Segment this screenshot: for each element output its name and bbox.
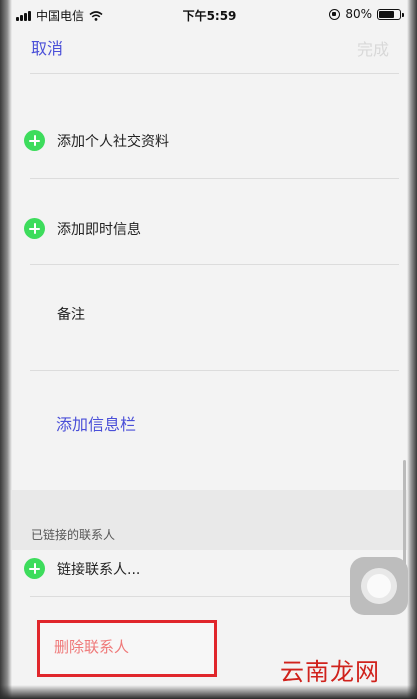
divider bbox=[30, 73, 399, 74]
add-social-profile-row[interactable]: 添加个人社交资料 bbox=[24, 130, 169, 151]
add-icon[interactable] bbox=[24, 130, 45, 151]
battery-icon bbox=[377, 8, 404, 20]
screen-edge-left bbox=[0, 0, 12, 699]
linked-contacts-header: 已链接的联系人 bbox=[31, 528, 116, 542]
divider bbox=[30, 370, 399, 371]
status-bar: 中国电信 下午5:59 80% bbox=[12, 0, 407, 28]
rotation-lock-icon bbox=[329, 8, 341, 20]
add-social-profile-label: 添加个人社交资料 bbox=[57, 133, 169, 150]
link-contact-row[interactable]: 链接联系人... bbox=[24, 558, 140, 579]
divider bbox=[30, 264, 399, 265]
add-instant-message-label: 添加即时信息 bbox=[57, 221, 141, 238]
divider bbox=[30, 596, 399, 597]
screen-edge-right bbox=[407, 0, 417, 699]
link-contact-label: 链接联系人... bbox=[57, 561, 141, 578]
notes-field[interactable]: 备注 bbox=[57, 304, 85, 324]
add-icon[interactable] bbox=[24, 558, 45, 579]
add-instant-message-row[interactable]: 添加即时信息 bbox=[24, 218, 141, 239]
add-field-button[interactable]: 添加信息栏 bbox=[56, 411, 136, 435]
assistive-touch-button[interactable] bbox=[350, 557, 408, 615]
scroll-indicator[interactable] bbox=[403, 460, 406, 570]
divider bbox=[30, 178, 399, 179]
status-bar-right: 80% bbox=[329, 7, 404, 21]
screen-edge-bottom bbox=[0, 685, 417, 699]
watermark-text: 云南龙网 bbox=[280, 658, 380, 686]
battery-percent: 80% bbox=[345, 7, 372, 21]
add-icon[interactable] bbox=[24, 218, 45, 239]
battery-level-fill bbox=[379, 10, 395, 18]
delete-contact-button[interactable]: 删除联系人 bbox=[54, 636, 129, 657]
done-button[interactable]: 完成 bbox=[357, 36, 389, 60]
cancel-button[interactable]: 取消 bbox=[31, 35, 63, 59]
